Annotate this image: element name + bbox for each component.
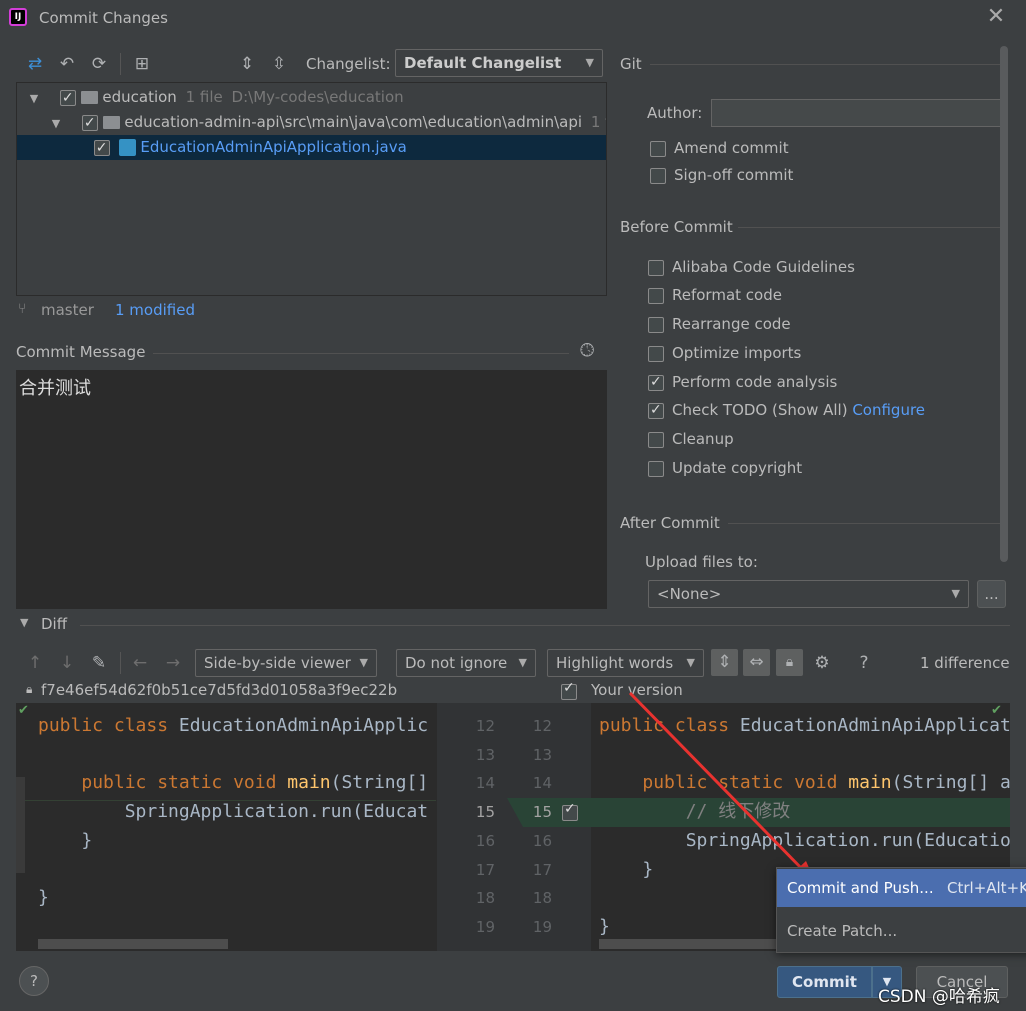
menu-item-commit-and-push[interactable]: Commit and Push... Ctrl+Alt+K (777, 869, 1026, 907)
help-button[interactable]: ? (19, 966, 49, 996)
commit-button[interactable]: Commit (777, 966, 872, 998)
watermark: CSDN @哈希疯 (878, 987, 1000, 1007)
shortcut-label: Ctrl+Alt+K (947, 879, 1026, 897)
commit-options-menu[interactable]: Commit and Push... Ctrl+Alt+K Create Pat… (776, 867, 1026, 953)
menu-item-label: Create Patch... (787, 922, 898, 940)
annotation-arrow (628, 691, 816, 884)
menu-item-label: Commit and Push... (787, 879, 934, 897)
menu-item-create-patch[interactable]: Create Patch... (777, 912, 1026, 950)
